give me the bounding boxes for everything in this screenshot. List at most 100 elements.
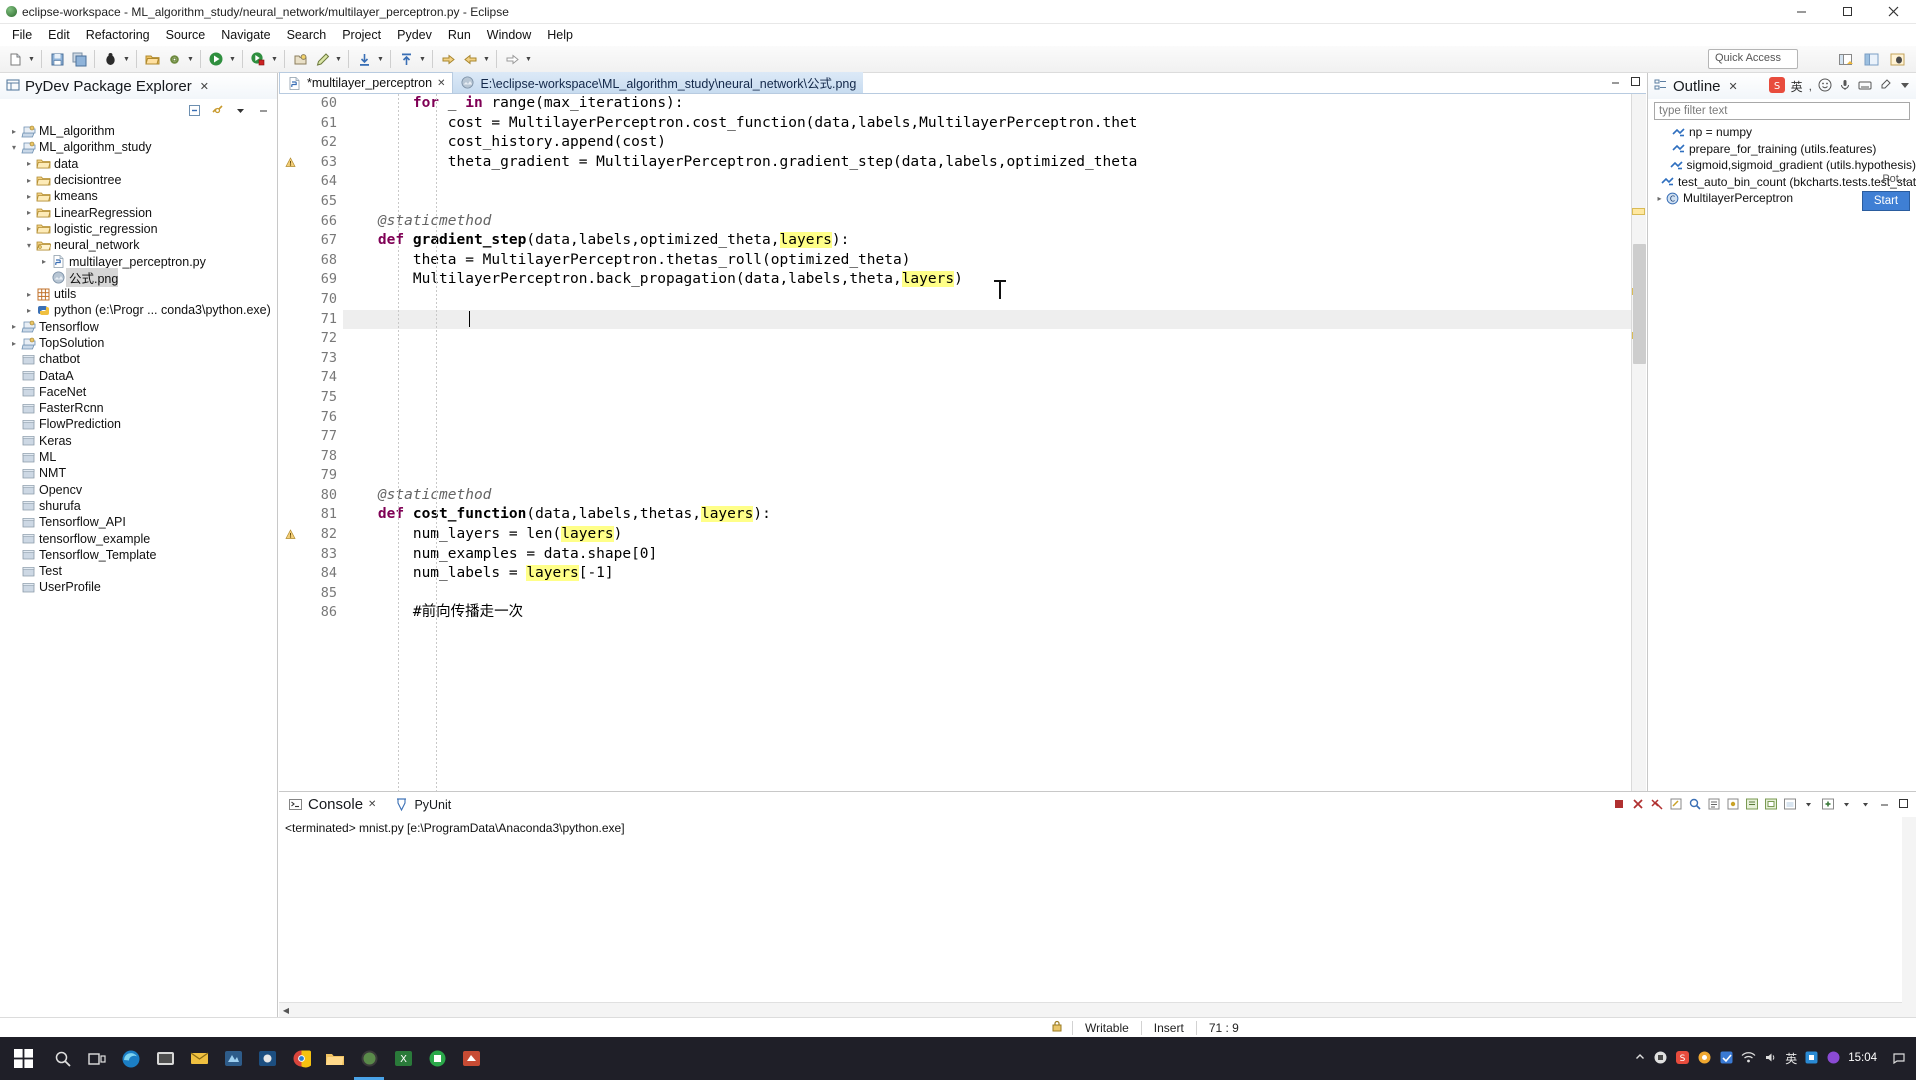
code-line[interactable]: def gradient_step(data,labels,optimized_… bbox=[343, 231, 1646, 251]
menu-navigate[interactable]: Navigate bbox=[213, 26, 278, 44]
tray-app-3-icon[interactable] bbox=[1697, 1050, 1712, 1068]
code-line[interactable]: theta = MultilayerPerceptron.thetas_roll… bbox=[343, 251, 1646, 271]
minimize-view-icon[interactable] bbox=[256, 103, 271, 118]
new-dropdown-icon[interactable]: ▼ bbox=[26, 48, 37, 70]
tray-expand-icon[interactable] bbox=[1634, 1051, 1646, 1066]
outline-filter-input[interactable]: type filter text bbox=[1654, 102, 1910, 120]
chevron-right-icon[interactable]: ▸ bbox=[8, 339, 20, 348]
code-line[interactable] bbox=[343, 584, 1646, 604]
minimize-editor-icon[interactable] bbox=[1609, 75, 1622, 91]
warning-marker[interactable] bbox=[279, 525, 301, 545]
chevron-right-icon[interactable]: ▸ bbox=[23, 192, 35, 201]
mail-icon[interactable] bbox=[182, 1037, 216, 1080]
editor-tab[interactable]: E:\eclipse-workspace\ML_algorithm_study\… bbox=[453, 72, 864, 93]
code-line[interactable] bbox=[343, 368, 1646, 388]
menu-pydev[interactable]: Pydev bbox=[389, 26, 440, 44]
view-menu-icon[interactable] bbox=[233, 103, 248, 118]
code-line[interactable] bbox=[343, 447, 1646, 467]
edge-browser-icon[interactable] bbox=[114, 1037, 148, 1080]
tree-item[interactable]: ▾ ML_algorithm_study bbox=[0, 139, 277, 155]
start-menu-icon[interactable] bbox=[0, 1037, 46, 1080]
menu-edit[interactable]: Edit bbox=[40, 26, 78, 44]
tree-item[interactable]: ▸ utils bbox=[0, 286, 277, 302]
menu-help[interactable]: Help bbox=[539, 26, 581, 44]
console-tab[interactable]: Console ✕ bbox=[279, 792, 385, 817]
save-all-icon[interactable] bbox=[68, 48, 90, 70]
close-icon[interactable]: ✕ bbox=[368, 799, 376, 810]
tray-app-5-icon[interactable] bbox=[1804, 1050, 1819, 1068]
ime-mode-label[interactable]: 英 bbox=[1791, 78, 1803, 95]
warning-marker[interactable] bbox=[279, 153, 301, 173]
tree-item[interactable]: ▸ multilayer_perceptron.py bbox=[0, 253, 277, 269]
open-folder-icon[interactable] bbox=[141, 48, 163, 70]
ime-keyboard-icon[interactable] bbox=[1858, 78, 1872, 95]
code-line[interactable]: def cost_function(data,labels,thetas,lay… bbox=[343, 505, 1646, 525]
debug-icon[interactable] bbox=[99, 48, 121, 70]
back-nav-icon[interactable] bbox=[459, 48, 481, 70]
chevron-right-icon[interactable]: ▸ bbox=[23, 290, 35, 299]
tree-item[interactable]: ▸ data bbox=[0, 156, 277, 172]
code-line[interactable] bbox=[343, 172, 1646, 192]
code-line[interactable]: num_labels = layers[-1] bbox=[343, 564, 1646, 584]
tray-app-1-icon[interactable] bbox=[1653, 1050, 1668, 1068]
code-line[interactable]: @staticmethod bbox=[343, 486, 1646, 506]
chevron-right-icon[interactable]: ▸ bbox=[23, 224, 35, 233]
editor-tab[interactable]: *multilayer_perceptron ✕ bbox=[279, 72, 454, 93]
code-line[interactable] bbox=[343, 408, 1646, 428]
perspective-pydev-icon[interactable] bbox=[1860, 49, 1884, 70]
menu-project[interactable]: Project bbox=[334, 26, 389, 44]
tray-app-2-icon[interactable]: S bbox=[1675, 1050, 1690, 1068]
code-line[interactable]: #前向传播走一次 bbox=[343, 603, 1646, 623]
code-line[interactable] bbox=[343, 349, 1646, 369]
remove-all-icon[interactable] bbox=[1648, 795, 1665, 812]
app-2-icon[interactable] bbox=[216, 1037, 250, 1080]
menu-run[interactable]: Run bbox=[440, 26, 479, 44]
outline-item[interactable]: test_auto_bin_count (bkcharts.tests.test… bbox=[1648, 174, 1916, 191]
console-output-area[interactable]: <terminated> mnist.py [e:\ProgramData\An… bbox=[279, 817, 1916, 999]
tree-item[interactable]: Opencv bbox=[0, 482, 277, 498]
build-dropdown-icon[interactable]: ▼ bbox=[185, 48, 196, 70]
open-console-icon[interactable] bbox=[1781, 795, 1798, 812]
pin-console-icon[interactable] bbox=[1724, 795, 1741, 812]
tree-item[interactable]: shurufa bbox=[0, 498, 277, 514]
tree-item[interactable]: FaceNet bbox=[0, 384, 277, 400]
menu-source[interactable]: Source bbox=[158, 26, 214, 44]
step-into-dropdown-icon[interactable]: ▼ bbox=[375, 48, 386, 70]
clear-console-icon[interactable] bbox=[1667, 795, 1684, 812]
tree-item[interactable]: NMT bbox=[0, 465, 277, 481]
outline-item[interactable]: sigmoid,sigmoid_gradient (utils.hypothes… bbox=[1648, 157, 1916, 174]
tree-item[interactable]: ▸ logistic_regression bbox=[0, 221, 277, 237]
chevron-right-icon[interactable]: ▸ bbox=[23, 208, 35, 217]
tree-item[interactable]: ▸ Tensorflow bbox=[0, 319, 277, 335]
file-explorer-icon[interactable] bbox=[318, 1037, 352, 1080]
code-line[interactable]: cost_history.append(cost) bbox=[343, 133, 1646, 153]
notification-center-icon[interactable] bbox=[1892, 1050, 1906, 1067]
perspective-debug-icon[interactable] bbox=[1886, 49, 1910, 70]
tree-item[interactable]: FasterRcnn bbox=[0, 400, 277, 416]
tree-item[interactable]: Keras bbox=[0, 433, 277, 449]
project-tree[interactable]: ▸ ML_algorithm ▾ ML_algorithm_study ▸ data ▸ de… bbox=[0, 123, 277, 1017]
ime-emoji-icon[interactable] bbox=[1818, 78, 1832, 95]
run-icon[interactable] bbox=[205, 48, 227, 70]
code-line[interactable]: num_layers = len(layers) bbox=[343, 525, 1646, 545]
chevron-right-icon[interactable]: ▸ bbox=[23, 306, 35, 315]
chevron-right-icon[interactable]: ▸ bbox=[23, 176, 35, 185]
remove-launch-icon[interactable] bbox=[1629, 795, 1646, 812]
tree-item[interactable]: ▸ TopSolution bbox=[0, 335, 277, 351]
outline-item[interactable]: np = numpy bbox=[1648, 124, 1916, 141]
chevron-down-icon[interactable]: ▾ bbox=[8, 143, 20, 152]
tree-item[interactable]: Tensorflow_API bbox=[0, 514, 277, 530]
close-icon[interactable]: ✕ bbox=[437, 78, 445, 89]
coverage-icon[interactable] bbox=[247, 48, 269, 70]
code-line[interactable]: theta_gradient = MultilayerPerceptron.gr… bbox=[343, 153, 1646, 173]
tree-item[interactable]: ML bbox=[0, 449, 277, 465]
code-line[interactable] bbox=[343, 427, 1646, 447]
tree-item[interactable]: ▸ python (e:\Progr ... conda3\python.exe) bbox=[0, 302, 277, 318]
tree-item[interactable]: chatbot bbox=[0, 351, 277, 367]
console-view-menu-icon[interactable] bbox=[1857, 795, 1874, 812]
maximize-editor-icon[interactable] bbox=[1629, 75, 1642, 91]
new-icon[interactable] bbox=[4, 48, 26, 70]
ime-tray-label[interactable]: 英 bbox=[1785, 1050, 1797, 1067]
tree-item[interactable]: UserProfile bbox=[0, 579, 277, 595]
new-console-icon[interactable] bbox=[1819, 795, 1836, 812]
